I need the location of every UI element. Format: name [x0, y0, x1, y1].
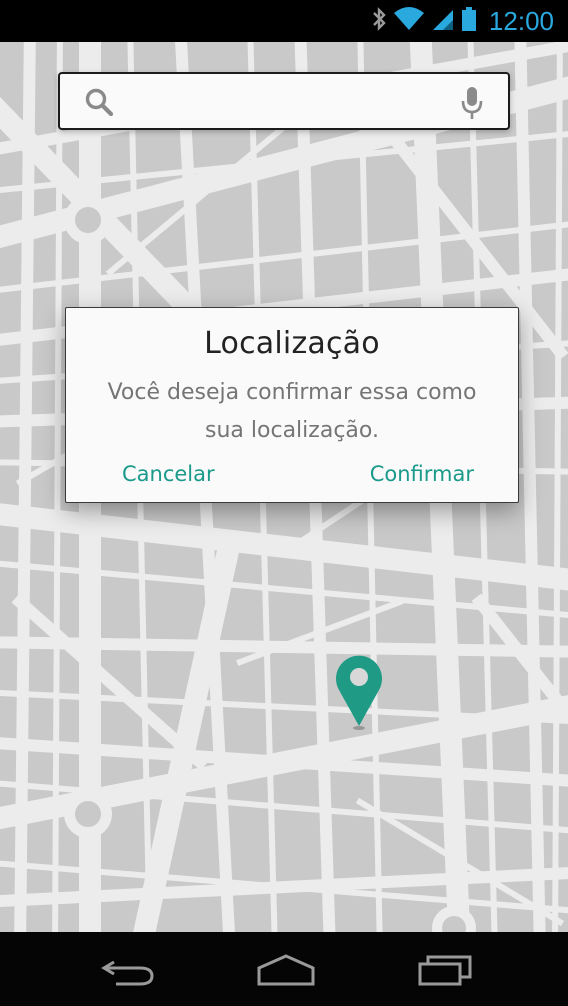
navigation-bar	[0, 932, 568, 1006]
status-time: 12:00	[488, 6, 554, 36]
dialog-message: Você deseja confirmar essa como sua loca…	[107, 380, 477, 443]
search-bar[interactable]	[58, 72, 510, 130]
dialog-title: Localização	[204, 326, 380, 361]
location-confirm-dialog: Localização Você deseja confirmar essa c…	[65, 307, 519, 503]
confirm-button[interactable]: Confirmar	[370, 462, 474, 486]
microphone-icon[interactable]	[460, 86, 484, 125]
search-icon[interactable]	[84, 87, 114, 122]
wifi-icon	[393, 6, 425, 37]
location-pin-icon[interactable]	[333, 652, 385, 735]
phone-screen: 12:00 Localização Você deseja confirmar …	[0, 0, 568, 1006]
search-input[interactable]	[130, 82, 434, 122]
cell-signal-icon	[431, 6, 455, 37]
cancel-button[interactable]: Cancelar	[122, 462, 215, 486]
bluetooth-icon	[371, 6, 387, 37]
battery-icon	[461, 6, 477, 37]
status-icons: 12:00	[371, 6, 554, 36]
home-icon[interactable]	[256, 954, 316, 991]
recent-apps-icon[interactable]	[418, 954, 474, 991]
status-bar: 12:00	[0, 0, 568, 42]
back-icon[interactable]	[100, 954, 156, 991]
